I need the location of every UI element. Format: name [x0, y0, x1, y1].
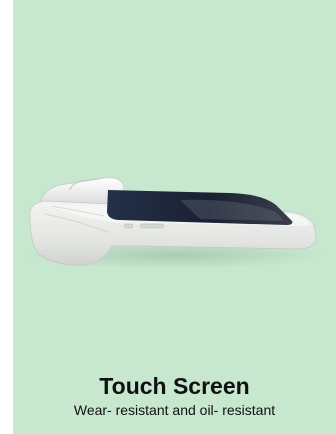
caption-title: Touch Screen	[99, 373, 250, 399]
pos-terminal-image	[25, 177, 325, 269]
caption-subtitle: Wear- resistant and oil- resistant	[73, 402, 276, 418]
side-button	[139, 223, 165, 229]
side-button-small	[123, 223, 134, 229]
